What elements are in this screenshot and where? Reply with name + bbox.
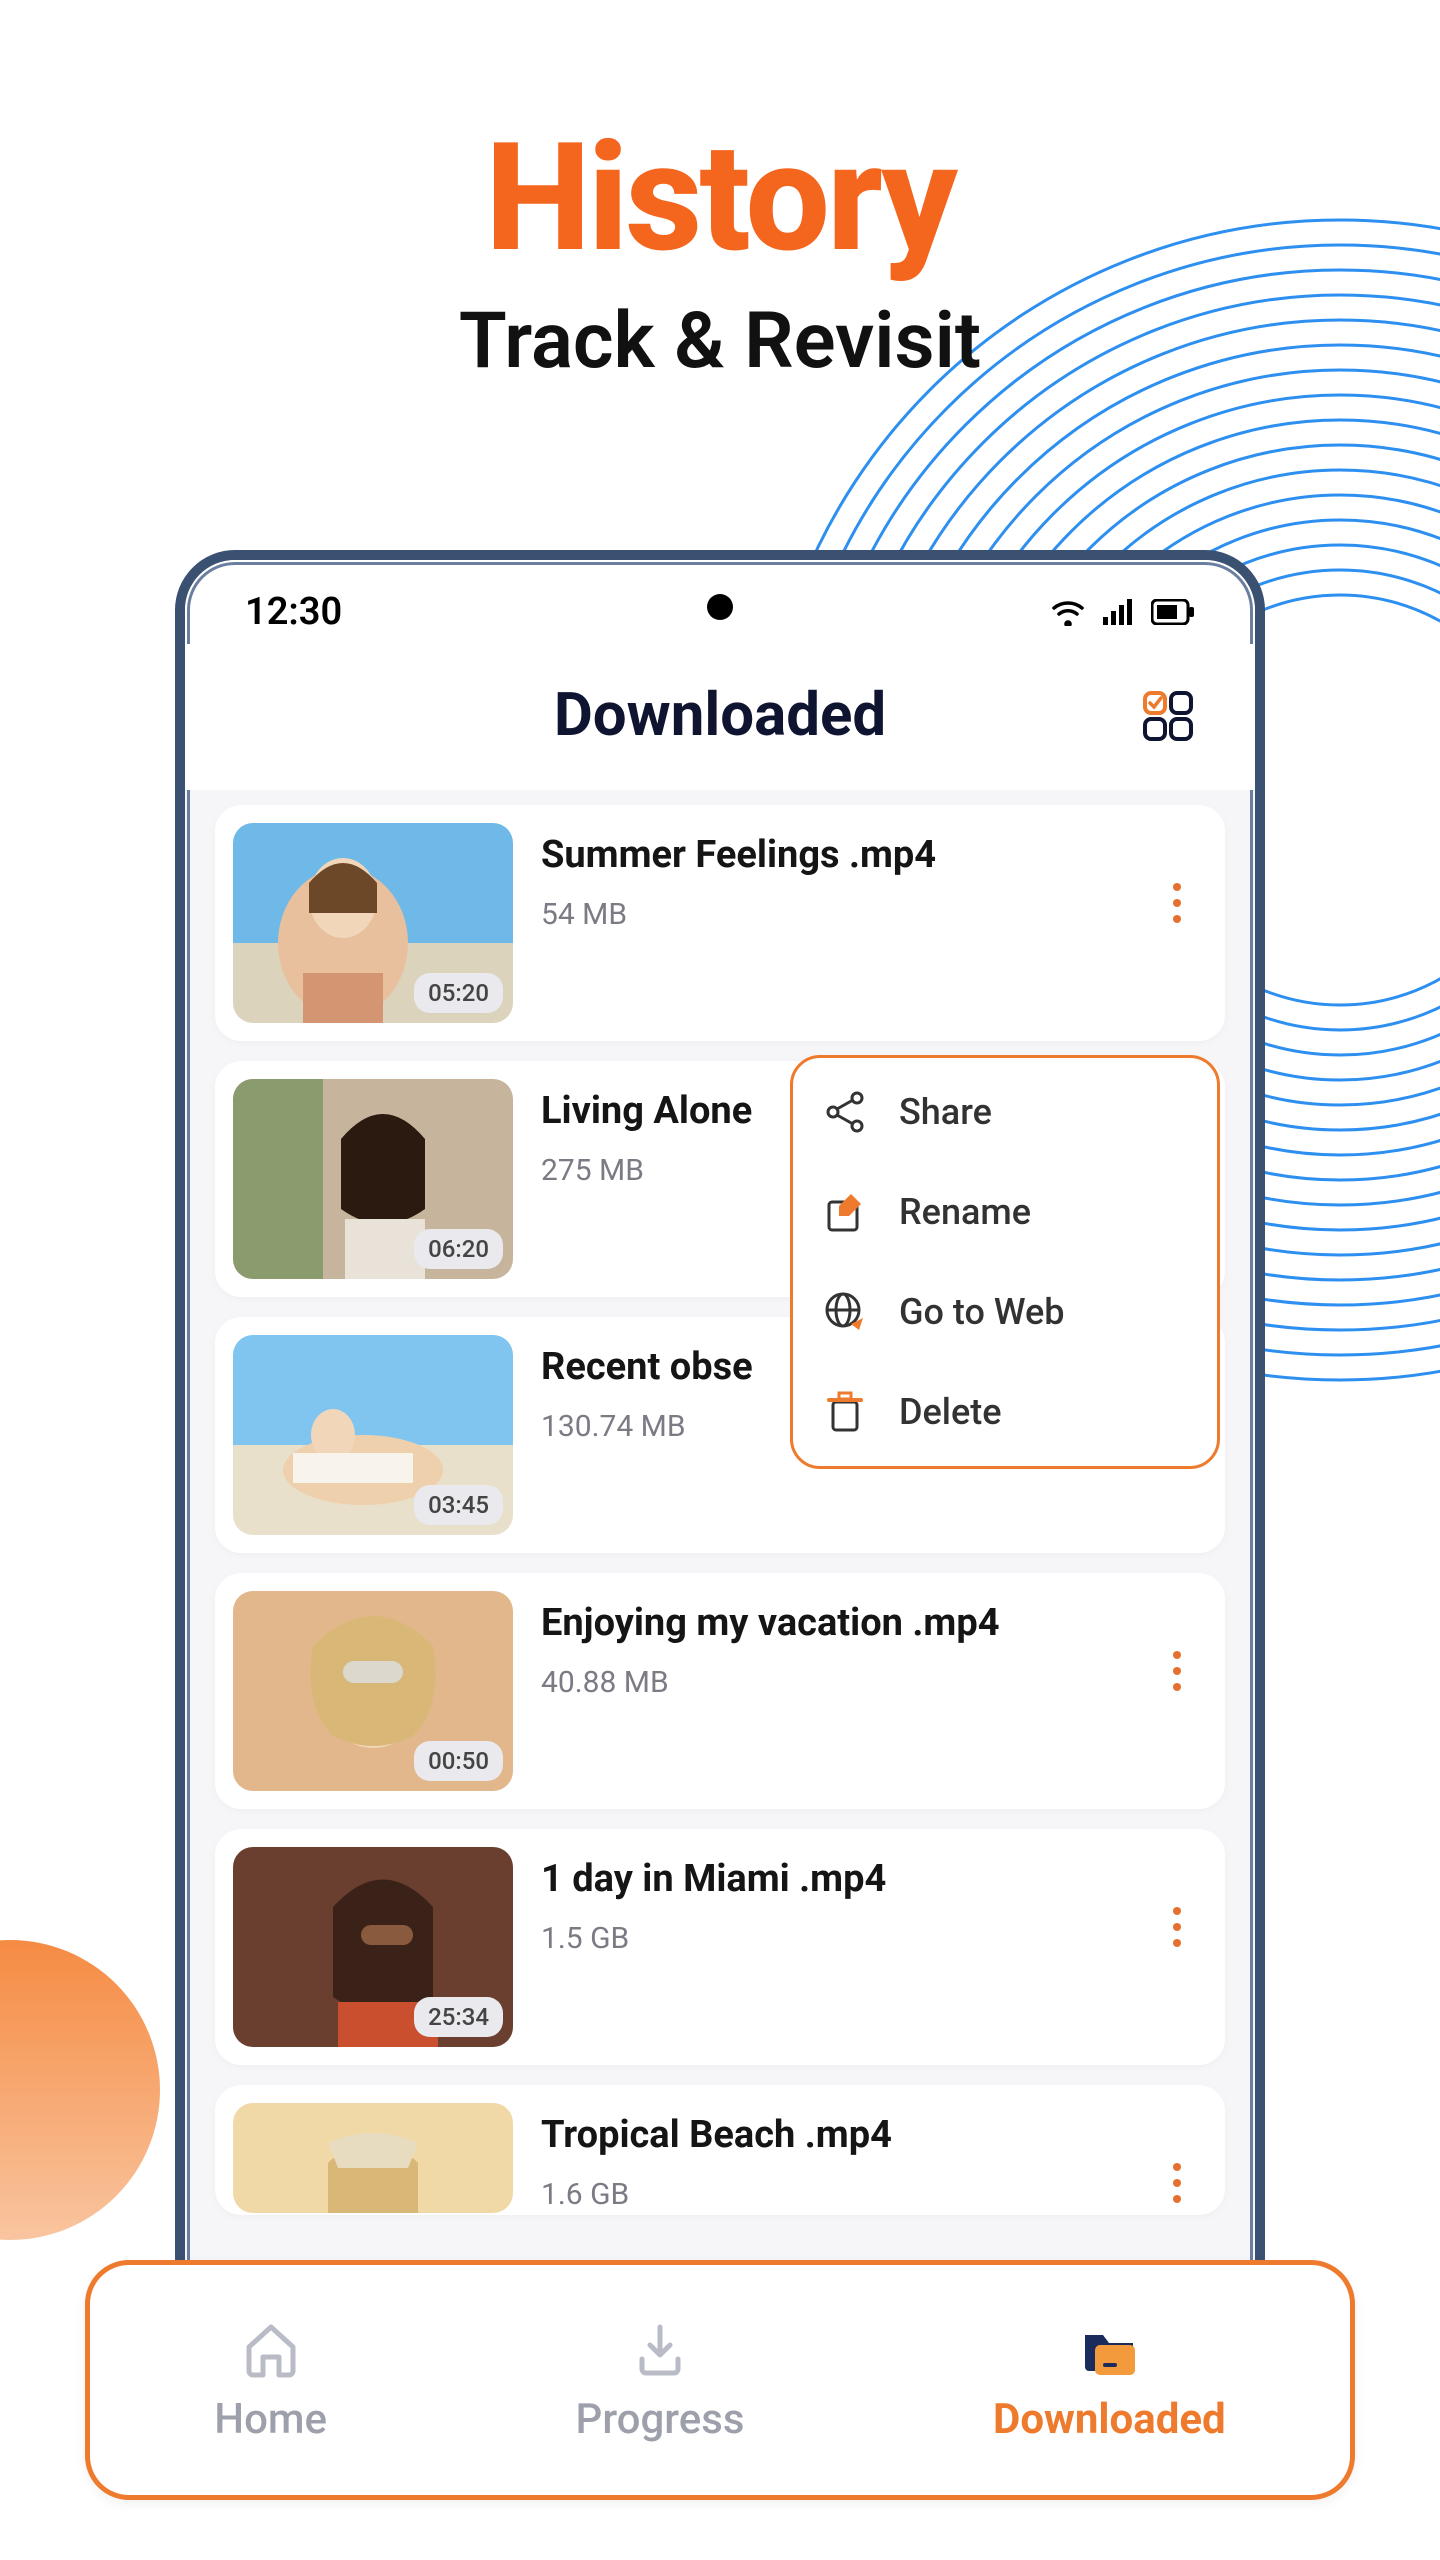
more-menu-button[interactable] (1157, 1591, 1197, 1691)
nav-item-progress[interactable]: Progress (576, 2317, 745, 2444)
list-item[interactable]: 00:50 Enjoying my vacation .mp4 40.88 MB (215, 1573, 1225, 1809)
decorative-orange-blob (0, 1940, 160, 2240)
share-icon (821, 1088, 869, 1136)
list-item[interactable]: 25:34 1 day in Miami .mp4 1.5 GB (215, 1829, 1225, 2065)
globe-icon (821, 1288, 869, 1336)
video-thumbnail[interactable]: 25:34 (233, 1847, 513, 2047)
nav-label: Downloaded (993, 2395, 1226, 2444)
nav-item-downloaded[interactable]: Downloaded (993, 2317, 1226, 2444)
menu-item-share[interactable]: Share (821, 1088, 1189, 1136)
download-icon (628, 2317, 692, 2381)
trash-icon (821, 1388, 869, 1436)
list-item[interactable]: 05:20 Summer Feelings .mp4 54 MB (215, 805, 1225, 1041)
duration-badge: 25:34 (414, 1997, 503, 2037)
item-size: 1.5 GB (541, 1921, 1129, 1956)
screen-title: Downloaded (554, 679, 886, 750)
video-thumbnail[interactable]: 00:50 (233, 1591, 513, 1791)
item-title: Tropical Beach .mp4 (541, 2113, 1129, 2157)
video-thumbnail[interactable]: 06:20 (233, 1079, 513, 1279)
menu-item-rename[interactable]: Rename (821, 1188, 1189, 1236)
item-title: Summer Feelings .mp4 (541, 833, 1129, 877)
menu-label: Go to Web (899, 1291, 1065, 1333)
menu-label: Rename (899, 1191, 1031, 1233)
wifi-icon (1051, 598, 1085, 626)
battery-icon (1151, 599, 1195, 625)
context-menu: Share Rename Go to Web Delete (790, 1055, 1220, 1469)
menu-label: Delete (899, 1391, 1002, 1433)
bottom-navigation: Home Progress Downloaded (85, 2260, 1355, 2500)
signal-icon (1103, 599, 1133, 625)
item-title: 1 day in Miami .mp4 (541, 1857, 1129, 1901)
more-menu-button[interactable] (1157, 2103, 1197, 2203)
promo-subtitle: Track & Revisit (0, 296, 1440, 387)
nav-label: Progress (576, 2395, 745, 2444)
duration-badge: 05:20 (414, 973, 503, 1013)
downloaded-list: 05:20 Summer Feelings .mp4 54 MB 06:20 L… (185, 790, 1255, 2230)
duration-badge: 00:50 (414, 1741, 503, 1781)
list-item[interactable]: Tropical Beach .mp4 1.6 GB (215, 2085, 1225, 2215)
status-time: 12:30 (245, 590, 342, 634)
item-size: 40.88 MB (541, 1665, 1129, 1700)
phone-frame: 12:30 Downloaded 05:20 Summer Feelings .… (175, 550, 1265, 2500)
video-thumbnail[interactable]: 03:45 (233, 1335, 513, 1535)
duration-badge: 06:20 (414, 1229, 503, 1269)
more-menu-button[interactable] (1157, 1847, 1197, 1947)
more-menu-button[interactable] (1157, 823, 1197, 923)
menu-label: Share (899, 1091, 992, 1133)
item-size: 54 MB (541, 897, 1129, 932)
nav-label: Home (214, 2395, 327, 2444)
item-title: Enjoying my vacation .mp4 (541, 1601, 1129, 1645)
duration-badge: 03:45 (414, 1485, 503, 1525)
nav-item-home[interactable]: Home (214, 2317, 327, 2444)
menu-item-delete[interactable]: Delete (821, 1388, 1189, 1436)
grid-view-toggle-icon[interactable] (1141, 689, 1195, 743)
video-thumbnail[interactable] (233, 2103, 513, 2213)
rename-icon (821, 1188, 869, 1236)
camera-dot (707, 594, 733, 620)
promo-title: History (0, 110, 1440, 286)
status-bar: 12:30 (185, 560, 1255, 644)
folder-icon (1077, 2317, 1141, 2381)
menu-item-go-to-web[interactable]: Go to Web (821, 1288, 1189, 1336)
video-thumbnail[interactable]: 05:20 (233, 823, 513, 1023)
item-size: 1.6 GB (541, 2177, 1129, 2212)
home-icon (239, 2317, 303, 2381)
